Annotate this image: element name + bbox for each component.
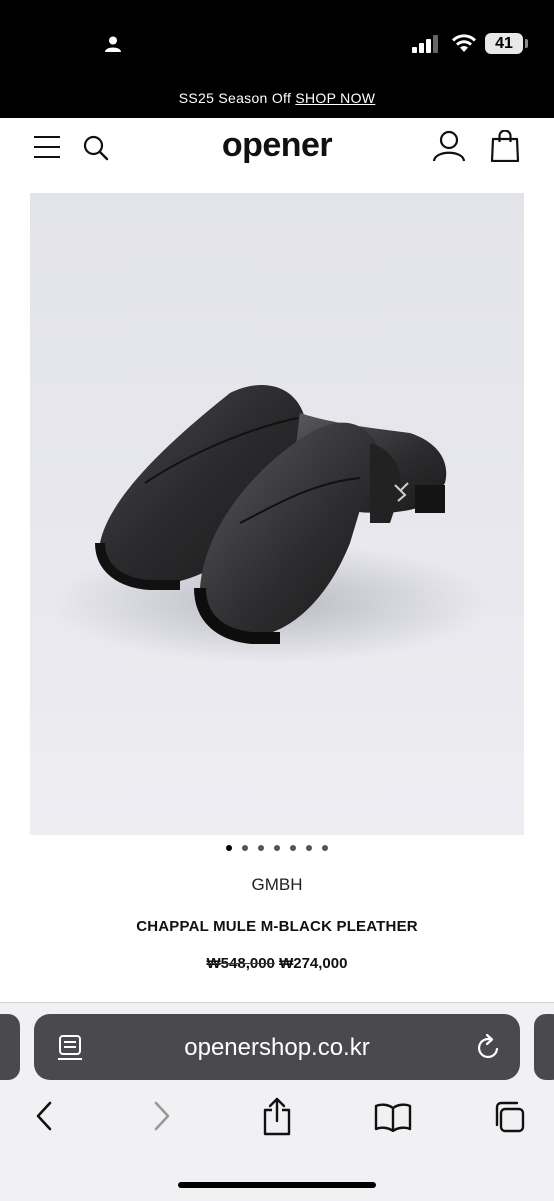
battery-nub <box>525 39 528 48</box>
account-icon[interactable] <box>432 130 466 162</box>
home-indicator <box>178 1182 376 1188</box>
promo-text: SS25 Season Off <box>178 90 292 106</box>
forward-icon[interactable] <box>150 1100 174 1132</box>
promo-banner: SS25 Season Off SHOP NOW <box>0 82 554 118</box>
tabs-icon[interactable] <box>492 1100 526 1134</box>
gallery-dot[interactable] <box>322 845 328 851</box>
reload-icon[interactable] <box>476 1033 502 1061</box>
product-price: ₩548,000 ₩274,000 <box>0 955 554 972</box>
sale-price: ₩274,000 <box>279 955 348 972</box>
back-icon[interactable] <box>32 1100 56 1132</box>
bookmarks-icon[interactable] <box>374 1102 412 1132</box>
person-icon <box>105 36 121 52</box>
battery-icon: 41 <box>485 33 523 54</box>
status-time: 3:43 <box>42 26 95 56</box>
bag-icon[interactable] <box>490 130 520 162</box>
original-price: ₩548,000 <box>206 955 275 972</box>
gallery-dot[interactable] <box>258 845 264 851</box>
product-brand[interactable]: GMBH <box>0 875 554 895</box>
wifi-icon <box>452 34 476 52</box>
product-image[interactable] <box>30 193 524 835</box>
shoe-photo <box>50 385 490 663</box>
gallery-dot[interactable] <box>274 845 280 851</box>
gallery-dot[interactable] <box>242 845 248 851</box>
product-name: CHAPPAL MULE M-BLACK PLEATHER <box>136 918 418 935</box>
url-text[interactable]: openershop.co.kr <box>0 1034 554 1062</box>
share-icon[interactable] <box>262 1096 292 1136</box>
gallery-dot[interactable] <box>290 845 296 851</box>
gallery-dot[interactable] <box>226 845 232 851</box>
promo-shop-link[interactable]: SHOP NOW <box>295 90 375 106</box>
gallery-pagination <box>226 845 328 851</box>
site-logo[interactable]: opener <box>0 126 554 165</box>
signal-icon <box>412 35 438 53</box>
gallery-dot[interactable] <box>306 845 312 851</box>
